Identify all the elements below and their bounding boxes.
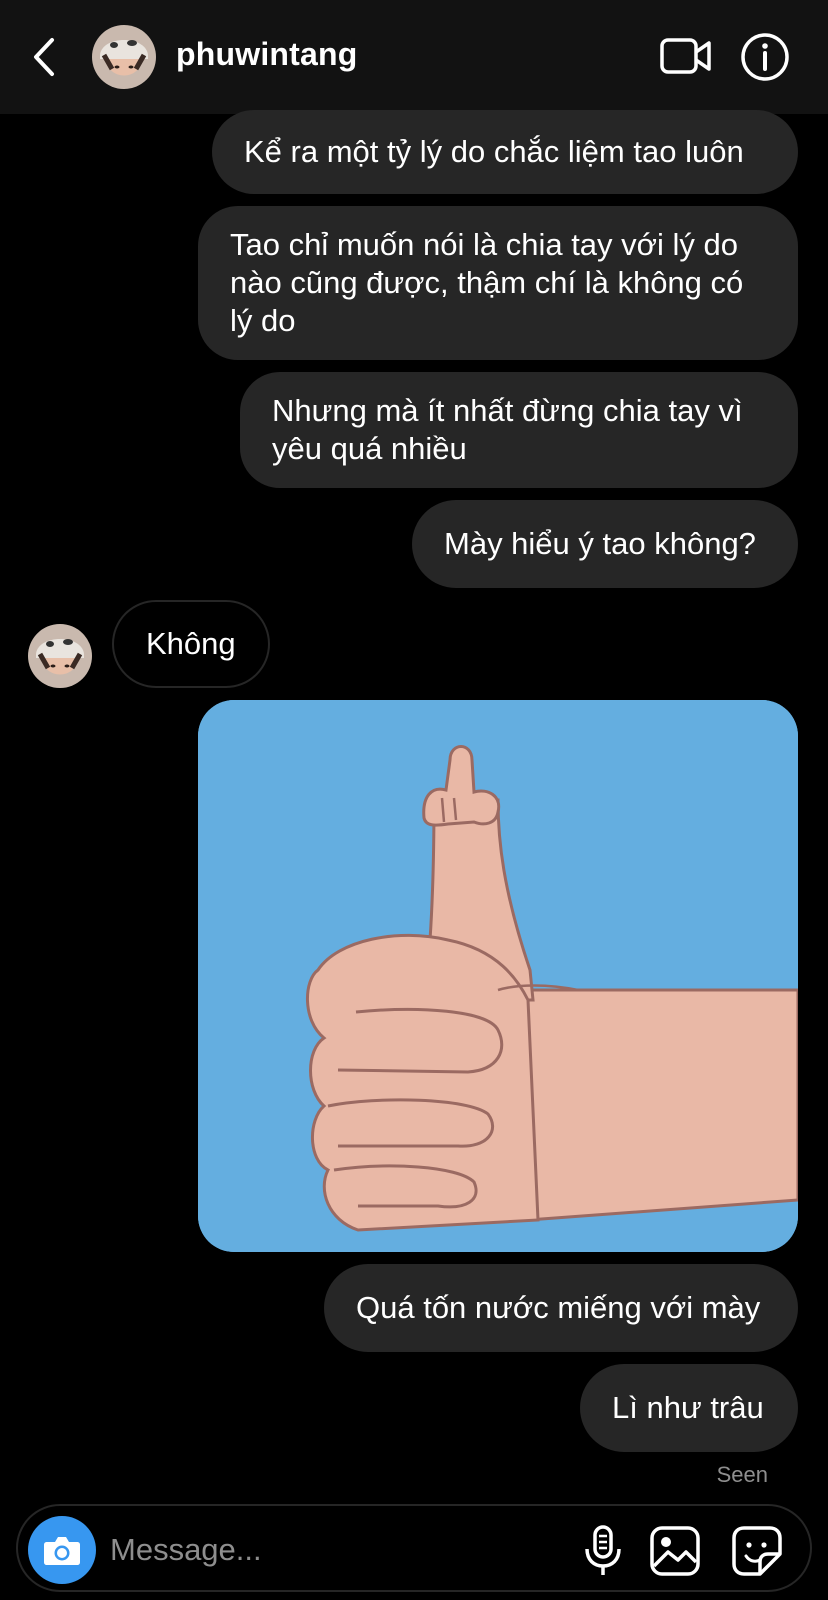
message-text: Tao chỉ muốn nói là chia tay với lý do n… [230,227,744,338]
thumbs-up-middle-finger-image [198,700,798,1252]
back-button[interactable] [28,34,64,80]
video-camera-icon [660,38,711,74]
contact-avatar[interactable] [92,25,156,89]
chat-header: phuwintang [0,0,828,114]
message-text: Mày hiểu ý tao không? [444,526,756,561]
microphone-icon [585,1525,621,1575]
message-composer [16,1504,812,1592]
camera-button[interactable] [28,1516,96,1584]
message-bubble-sent[interactable]: Mày hiểu ý tao không? [412,500,798,588]
info-icon [741,33,789,81]
message-bubble-received[interactable]: Không [112,600,270,688]
message-bubble-sent[interactable]: Nhưng mà ít nhất đừng chia tay vì yêu qu… [240,372,798,488]
message-text: Lì như trâu [612,1390,764,1425]
voice-message-button[interactable] [578,1524,628,1578]
message-photo[interactable] [198,700,798,1252]
gallery-button[interactable] [648,1524,702,1578]
contact-username[interactable]: phuwintang [176,36,358,73]
sticker-icon [732,1526,782,1576]
video-call-button[interactable] [660,36,712,76]
message-text: Không [146,626,236,661]
image-icon [650,1526,700,1576]
message-bubble-sent[interactable]: Tao chỉ muốn nói là chia tay với lý do n… [198,206,798,360]
sticker-button[interactable] [730,1524,784,1578]
message-bubble-sent[interactable]: Kể ra một tỷ lý do chắc liệm tao luôn [212,110,798,194]
camera-icon [44,1537,80,1565]
info-button[interactable] [740,32,790,82]
message-bubble-sent[interactable]: Quá tốn nước miếng với mày [324,1264,798,1352]
chat-screen: phuwintang Kể ra một tỷ lý do chắc liệm … [0,0,828,1600]
sender-avatar[interactable] [28,624,92,688]
message-bubble-sent[interactable]: Lì như trâu [580,1364,798,1452]
message-text: Quá tốn nước miếng với mày [356,1290,761,1325]
chevron-left-icon [34,38,54,76]
message-text: Nhưng mà ít nhất đừng chia tay vì yêu qu… [272,393,743,466]
seen-status: Seen [716,1462,768,1487]
message-input[interactable] [108,1524,532,1576]
message-text: Kể ra một tỷ lý do chắc liệm tao luôn [244,134,744,169]
